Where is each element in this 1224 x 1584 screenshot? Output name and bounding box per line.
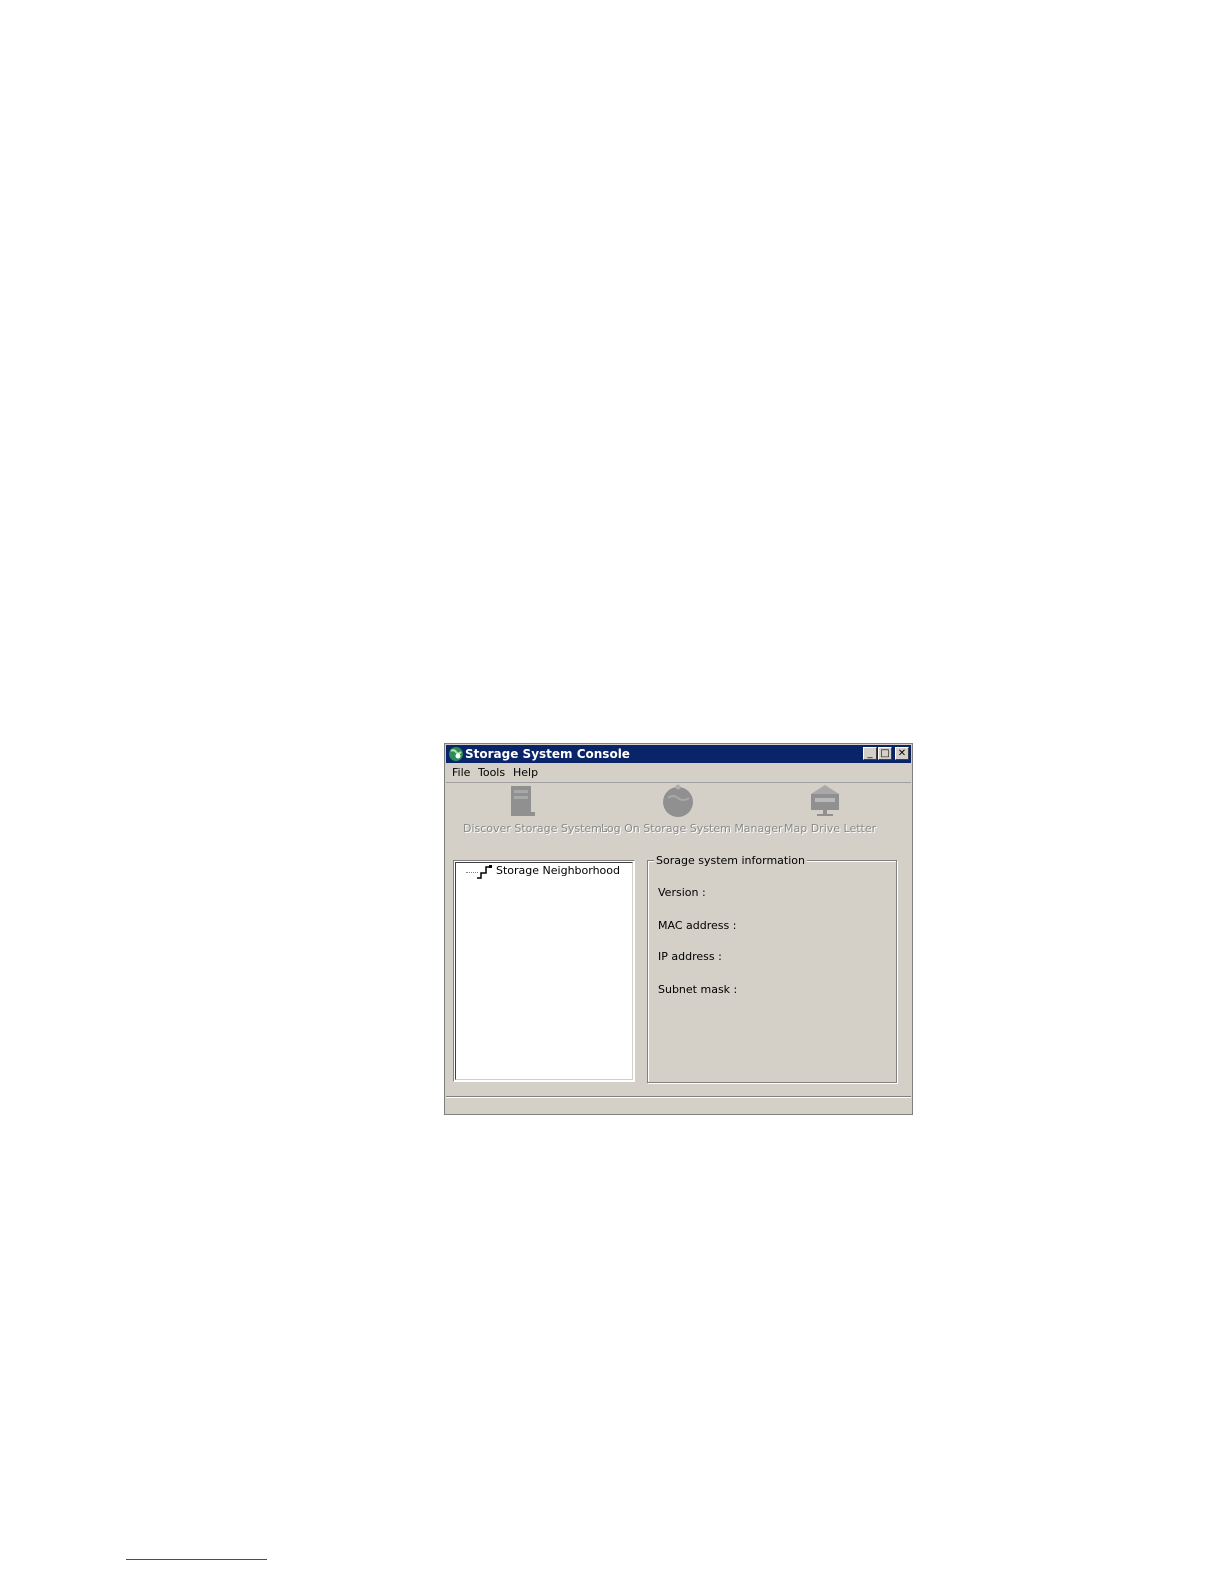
discover-storage-systems-button[interactable]: Discover Storage Systems (463, 784, 608, 835)
logon-label: Log On Storage System Manager (601, 822, 783, 835)
storage-console-window: Storage System Console _ □ ✕ File Tools … (444, 743, 913, 1115)
subnet-mask-label: Subnet mask : (658, 983, 738, 996)
globe-app-icon (449, 747, 463, 761)
network-node-icon (477, 865, 492, 879)
maximize-button[interactable]: □ (878, 747, 892, 760)
mac-address-label: MAC address : (658, 919, 737, 932)
menu-tools[interactable]: Tools (478, 766, 505, 780)
storage-info-group: Sorage system information Version : MAC … (647, 854, 897, 1083)
globe-icon (663, 784, 693, 817)
group-legend: Sorage system information (654, 854, 807, 867)
storage-tree-view[interactable]: Storage Neighborhood (453, 860, 635, 1082)
close-button[interactable]: ✕ (895, 747, 909, 760)
network-drive-icon (811, 785, 839, 816)
window-title: Storage System Console (465, 747, 630, 761)
map-label: Map Drive Letter (784, 822, 877, 835)
menu-bar: File Tools Help (446, 764, 911, 783)
log-on-manager-button[interactable]: Log On Storage System Manager (601, 784, 783, 835)
tree-item-storage-neighborhood[interactable]: Storage Neighborhood (496, 864, 620, 877)
status-bar (446, 1096, 911, 1113)
discover-label: Discover Storage Systems (463, 822, 608, 835)
title-bar[interactable]: Storage System Console _ □ ✕ (446, 745, 911, 763)
version-label: Version : (658, 886, 706, 899)
server-icon (511, 786, 535, 816)
menu-file[interactable]: File (452, 766, 470, 780)
ip-address-label: IP address : (658, 950, 722, 963)
menu-help[interactable]: Help (513, 766, 538, 780)
tree-inner: Storage Neighborhood (455, 862, 633, 1080)
toolbar: Discover Storage Systems Log On Storage … (446, 784, 911, 846)
footnote-rule (126, 1559, 267, 1560)
minimize-button[interactable]: _ (863, 747, 877, 760)
map-drive-letter-button[interactable]: Map Drive Letter (784, 784, 877, 835)
